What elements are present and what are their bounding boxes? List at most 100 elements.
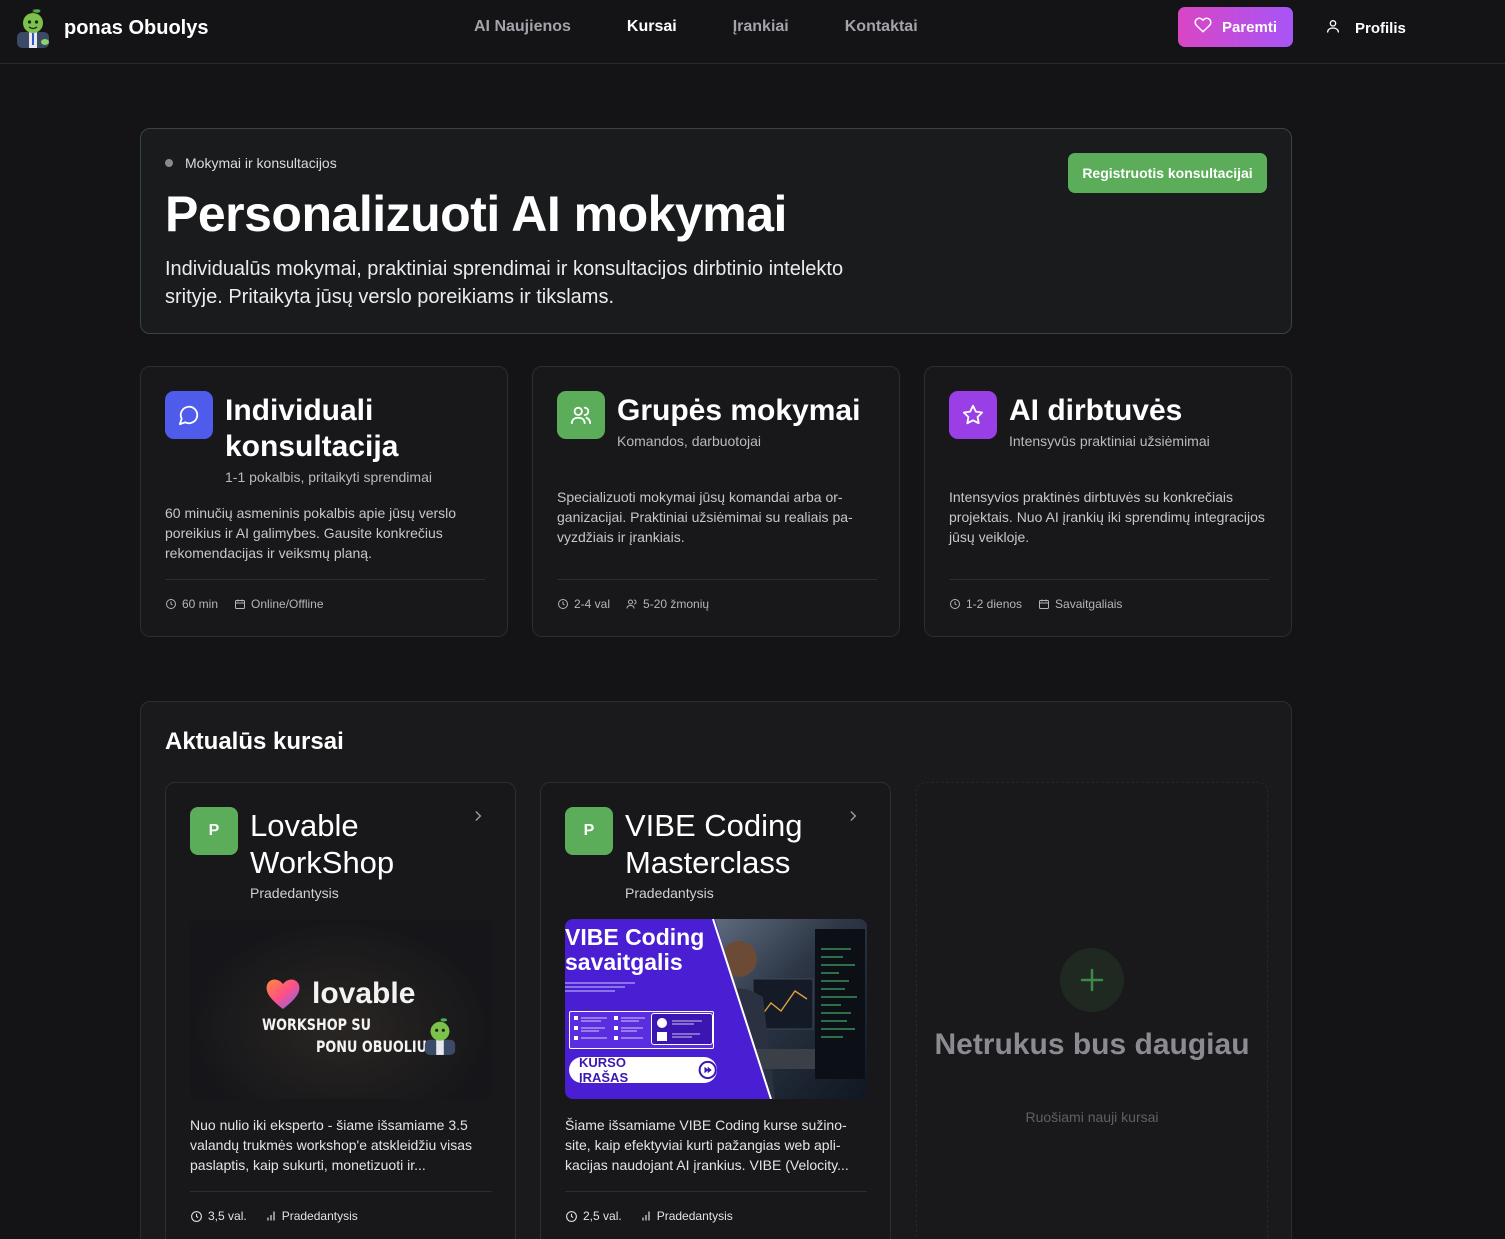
brand[interactable]: ponas Obuolys bbox=[14, 8, 208, 48]
course-badge: P bbox=[190, 807, 238, 855]
chevron-right-icon[interactable] bbox=[471, 809, 485, 828]
meta-duration: 1-2 dienos bbox=[949, 597, 1022, 611]
meta-duration: 2,5 val. bbox=[565, 1209, 622, 1223]
meta-level: Pradedantysis bbox=[640, 1209, 733, 1223]
service-card-workshops[interactable]: AI dirbtuvės Intensyvūs praktiniai užsiė… bbox=[924, 366, 1292, 637]
lovable-banner: lovable WORKSHOP SU PONU OBUOLIU bbox=[190, 919, 492, 1099]
course-meta: 2,5 val. Pradedantysis bbox=[565, 1209, 733, 1223]
profile-link[interactable]: Profilis bbox=[1325, 18, 1406, 38]
divider bbox=[949, 579, 1269, 580]
play-forward-icon bbox=[698, 1060, 717, 1080]
course-level: Pradedantysis bbox=[250, 885, 339, 901]
users-icon bbox=[557, 391, 605, 439]
heart-logo-icon bbox=[266, 979, 300, 1009]
hero-tag-label: Mokymai ir konsultacijos bbox=[185, 155, 337, 171]
courses-section: Aktualūs kursai P Lovable WorkShop Prade… bbox=[140, 701, 1292, 1239]
service-description: Intensyvios praktinės dirbtuvės su konkr… bbox=[949, 489, 1265, 545]
course-description: Nuo nulio iki eksperto - šiame išsamiame… bbox=[190, 1117, 473, 1173]
service-meta: 2-4 val 5-20 žmonių bbox=[557, 597, 709, 611]
vibe-banner-button: KURSO ĮRAŠAS bbox=[569, 1055, 717, 1085]
clock-icon bbox=[558, 599, 568, 609]
main-nav: AI Naujienos Kursai Įrankiai Kontaktai bbox=[474, 18, 918, 36]
user-icon bbox=[1325, 18, 1341, 38]
course-thumbnail[interactable]: lovable WORKSHOP SU PONU OBUOLIU bbox=[190, 919, 492, 1099]
course-thumbnail[interactable]: VIBE Coding savaitgalis KURSO ĮRAŠAS bbox=[565, 919, 867, 1099]
service-meta: 60 min Online/Offline bbox=[165, 597, 324, 611]
divider bbox=[190, 1191, 492, 1192]
clock-icon bbox=[191, 1210, 202, 1222]
course-description: Šiame išsamiame VIBE Coding kurse sužino… bbox=[565, 1117, 849, 1173]
nav-link-ai-naujienos[interactable]: AI Naujienos bbox=[474, 18, 571, 36]
course-title: VIBE Coding Masterclass bbox=[625, 808, 803, 880]
calendar-icon bbox=[1039, 599, 1050, 609]
apple-mascot-icon bbox=[424, 1018, 456, 1055]
clock-icon bbox=[566, 1210, 577, 1222]
service-title: Individuali konsultacija bbox=[225, 394, 399, 463]
meta-duration: 60 min bbox=[165, 597, 218, 611]
meta-schedule: Savaitgaliais bbox=[1038, 597, 1122, 611]
nav-link-kontaktai[interactable]: Kontaktai bbox=[845, 18, 918, 36]
plus-icon bbox=[1060, 948, 1124, 1012]
service-card-group[interactable]: Grupės mokymai Komandos, darbuotojai Spe… bbox=[532, 366, 900, 637]
service-card-individual[interactable]: Individuali konsultacija 1-1 pokalbis, p… bbox=[140, 366, 508, 637]
users-icon bbox=[626, 599, 637, 609]
nav-link-irankiai[interactable]: Įrankiai bbox=[733, 18, 789, 36]
meta-duration: 2-4 val bbox=[557, 597, 610, 611]
lovable-wordmark: lovable bbox=[312, 977, 416, 1010]
hero-panel: Mokymai ir konsultacijos Personalizuoti … bbox=[140, 128, 1292, 334]
banner-line-2: PONU OBUOLIU bbox=[316, 1037, 428, 1056]
courses-title: Aktualūs kursai bbox=[165, 728, 344, 755]
vibe-banner-dates bbox=[651, 1013, 713, 1045]
hero-tag: Mokymai ir konsultacijos bbox=[165, 155, 337, 171]
banner-line-1: WORKSHOP SU bbox=[262, 1015, 372, 1034]
course-card-vibe-coding[interactable]: P VIBE Coding Masterclass Pradedantysis bbox=[540, 782, 891, 1239]
service-title: AI dirbtuvės bbox=[1009, 394, 1183, 427]
star-icon bbox=[949, 391, 997, 439]
coming-soon-subtitle: Ruošiami nauji kursai bbox=[1025, 1109, 1159, 1125]
service-meta: 1-2 dienos Savaitgaliais bbox=[949, 597, 1122, 611]
meta-people: 5-20 žmonių bbox=[626, 597, 709, 611]
meta-format: Online/Offline bbox=[234, 597, 324, 611]
divider bbox=[565, 1191, 867, 1192]
calendar-icon bbox=[235, 599, 246, 609]
course-meta: 3,5 val. Pradedantysis bbox=[190, 1209, 358, 1223]
hero-title: Personalizuoti AI mokymai bbox=[165, 186, 787, 242]
divider bbox=[557, 579, 877, 580]
meta-duration: 3,5 val. bbox=[190, 1209, 247, 1223]
meta-level: Pradedantysis bbox=[265, 1209, 358, 1223]
vibe-banner-fineprint bbox=[565, 981, 645, 998]
coming-soon-card: Netrukus bus daugiau Ruošiami nauji kurs… bbox=[916, 782, 1268, 1239]
service-subtitle: Intensyvūs praktiniai užsiėmimai bbox=[1009, 433, 1210, 449]
register-consultation-button[interactable]: Registruotis konsultacijai bbox=[1068, 153, 1267, 193]
nav-link-kursai[interactable]: Kursai bbox=[627, 18, 677, 36]
signal-bars-icon bbox=[267, 1211, 275, 1221]
course-title: Lovable WorkShop bbox=[250, 808, 395, 880]
chat-bubble-icon bbox=[165, 391, 213, 439]
service-subtitle: 1-1 pokalbis, pritaikyti sprendimai bbox=[225, 469, 432, 485]
chevron-right-icon[interactable] bbox=[846, 809, 860, 828]
service-description: 60 minučių asmeninis pokalbis apie jūsų … bbox=[165, 505, 457, 561]
vibe-banner: VIBE Coding savaitgalis KURSO ĮRAŠAS bbox=[565, 919, 867, 1099]
course-level: Pradedantysis bbox=[625, 885, 714, 901]
course-badge: P bbox=[565, 807, 613, 855]
coming-soon-title: Netrukus bus daugiau bbox=[934, 1028, 1250, 1061]
service-subtitle: Komandos, darbuotojai bbox=[617, 433, 761, 449]
vibe-banner-title: VIBE Coding savaitgalis bbox=[565, 924, 705, 975]
hero-description: Individualūs mokymai, praktiniai sprendi… bbox=[165, 258, 844, 308]
service-description: Specializuoti mokymai jūsų komandai arba… bbox=[557, 489, 853, 545]
brand-name: ponas Obuolys bbox=[64, 16, 209, 39]
clock-icon bbox=[166, 599, 176, 609]
course-card-lovable[interactable]: P Lovable WorkShop Pradedantysis lovable… bbox=[165, 782, 516, 1239]
tag-dot-icon bbox=[165, 159, 173, 167]
service-title: Grupės mokymai bbox=[617, 394, 861, 427]
support-button[interactable]: Paremti bbox=[1178, 7, 1293, 47]
top-navbar: ponas Obuolys AI Naujienos Kursai Įranki… bbox=[0, 0, 1505, 64]
divider-stripe bbox=[712, 919, 772, 1099]
clock-icon bbox=[950, 599, 960, 609]
heart-icon bbox=[1194, 16, 1212, 38]
signal-bars-icon bbox=[642, 1211, 650, 1221]
profile-label: Profilis bbox=[1355, 19, 1406, 37]
apple-mascot-logo bbox=[14, 8, 52, 48]
divider bbox=[165, 579, 485, 580]
support-button-label: Paremti bbox=[1221, 18, 1278, 36]
